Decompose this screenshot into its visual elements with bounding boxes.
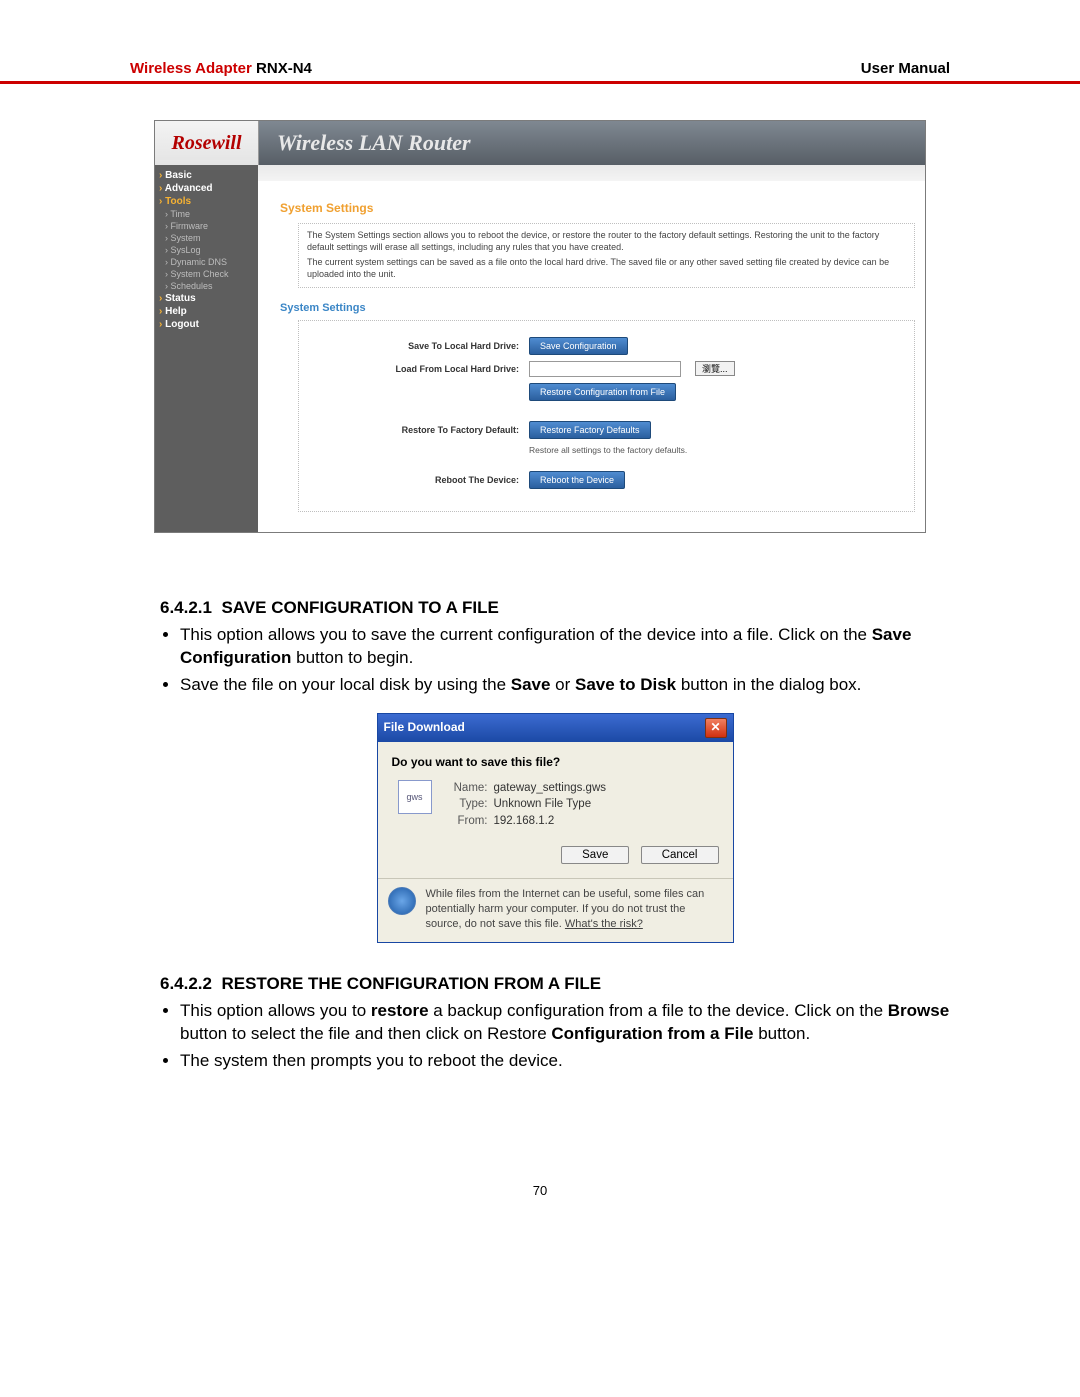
page-number: 70	[0, 1183, 1080, 1198]
browse-button[interactable]: 瀏覽...	[695, 361, 735, 376]
factory-caption: Restore all settings to the factory defa…	[529, 445, 894, 455]
label-save: Save To Local Hard Drive:	[319, 341, 519, 351]
load-file-input[interactable]	[529, 361, 681, 377]
whats-the-risk-link[interactable]: What's the risk?	[565, 918, 643, 930]
bullet-save-1: This option allows you to save the curre…	[180, 624, 950, 670]
dialog-question: Do you want to save this file?	[392, 754, 719, 770]
router-content: System Settings The System Settings sect…	[258, 165, 925, 532]
brand-text: Wireless Adapter	[130, 60, 252, 77]
sidebar-item-time[interactable]: Time	[159, 208, 258, 220]
router-title: Wireless LAN Router	[259, 121, 925, 165]
doc-header: Wireless Adapter RNX-N4 User Manual	[0, 60, 1080, 84]
sidebar-item-ddns[interactable]: Dynamic DNS	[159, 256, 258, 268]
header-left: Wireless Adapter RNX-N4	[130, 60, 312, 77]
help-text: The System Settings section allows you t…	[298, 223, 915, 288]
save-button[interactable]: Save	[561, 846, 629, 864]
sidebar-item-tools[interactable]: Tools	[159, 195, 258, 208]
section-title2: System Settings	[280, 302, 915, 314]
settings-form: Save To Local Hard Drive: Save Configura…	[298, 320, 915, 512]
bullet-restore-1: This option allows you to restore a back…	[180, 1000, 950, 1046]
sidebar-item-logout[interactable]: Logout	[159, 318, 258, 331]
file-details: Name:gateway_settings.gws Type:Unknown F…	[444, 780, 607, 831]
help-p1: The System Settings section allows you t…	[307, 230, 906, 253]
sidebar-item-system[interactable]: System	[159, 232, 258, 244]
sidebar-item-help[interactable]: Help	[159, 305, 258, 318]
sidebar-item-syscheck[interactable]: System Check	[159, 268, 258, 280]
file-download-dialog: File Download ✕ Do you want to save this…	[377, 713, 734, 943]
header-right: User Manual	[861, 60, 950, 77]
restore-factory-button[interactable]: Restore Factory Defaults	[529, 421, 651, 439]
label-load: Load From Local Hard Drive:	[319, 364, 519, 374]
reboot-button[interactable]: Reboot the Device	[529, 471, 625, 489]
label-factory: Restore To Factory Default:	[319, 425, 519, 435]
save-configuration-button[interactable]: Save Configuration	[529, 337, 628, 355]
help-p2: The current system settings can be saved…	[307, 257, 906, 280]
dialog-footer-text: While files from the Internet can be use…	[426, 887, 723, 932]
cancel-button[interactable]: Cancel	[641, 846, 719, 864]
model-text: RNX-N4	[256, 60, 312, 77]
label-reboot: Reboot The Device:	[319, 475, 519, 485]
sidebar-item-status[interactable]: Status	[159, 292, 258, 305]
sidebar-item-basic[interactable]: Basic	[159, 169, 258, 182]
shield-icon	[388, 887, 416, 915]
heading-6422: 6.4.2.2 RESTORE THE CONFIGURATION FROM A…	[160, 973, 950, 996]
restore-from-file-button[interactable]: Restore Configuration from File	[529, 383, 676, 401]
section-title: System Settings	[280, 201, 915, 215]
close-icon[interactable]: ✕	[705, 718, 727, 738]
bullet-restore-2: The system then prompts you to reboot th…	[180, 1050, 950, 1073]
tab-band	[258, 165, 925, 181]
sidebar-item-advanced[interactable]: Advanced	[159, 182, 258, 195]
heading-6421: 6.4.2.1 SAVE CONFIGURATION TO A FILE	[160, 597, 950, 620]
dialog-title: File Download	[384, 719, 465, 735]
router-sidebar: Basic Advanced Tools Time Firmware Syste…	[155, 165, 258, 532]
file-type-icon: gws	[398, 780, 432, 814]
bullet-save-2: Save the file on your local disk by usin…	[180, 674, 950, 697]
router-logo: Rosewill	[155, 121, 259, 165]
sidebar-item-syslog[interactable]: SysLog	[159, 244, 258, 256]
sidebar-item-schedules[interactable]: Schedules	[159, 280, 258, 292]
sidebar-item-firmware[interactable]: Firmware	[159, 220, 258, 232]
router-screenshot: Rosewill Wireless LAN Router Basic Advan…	[154, 120, 926, 533]
